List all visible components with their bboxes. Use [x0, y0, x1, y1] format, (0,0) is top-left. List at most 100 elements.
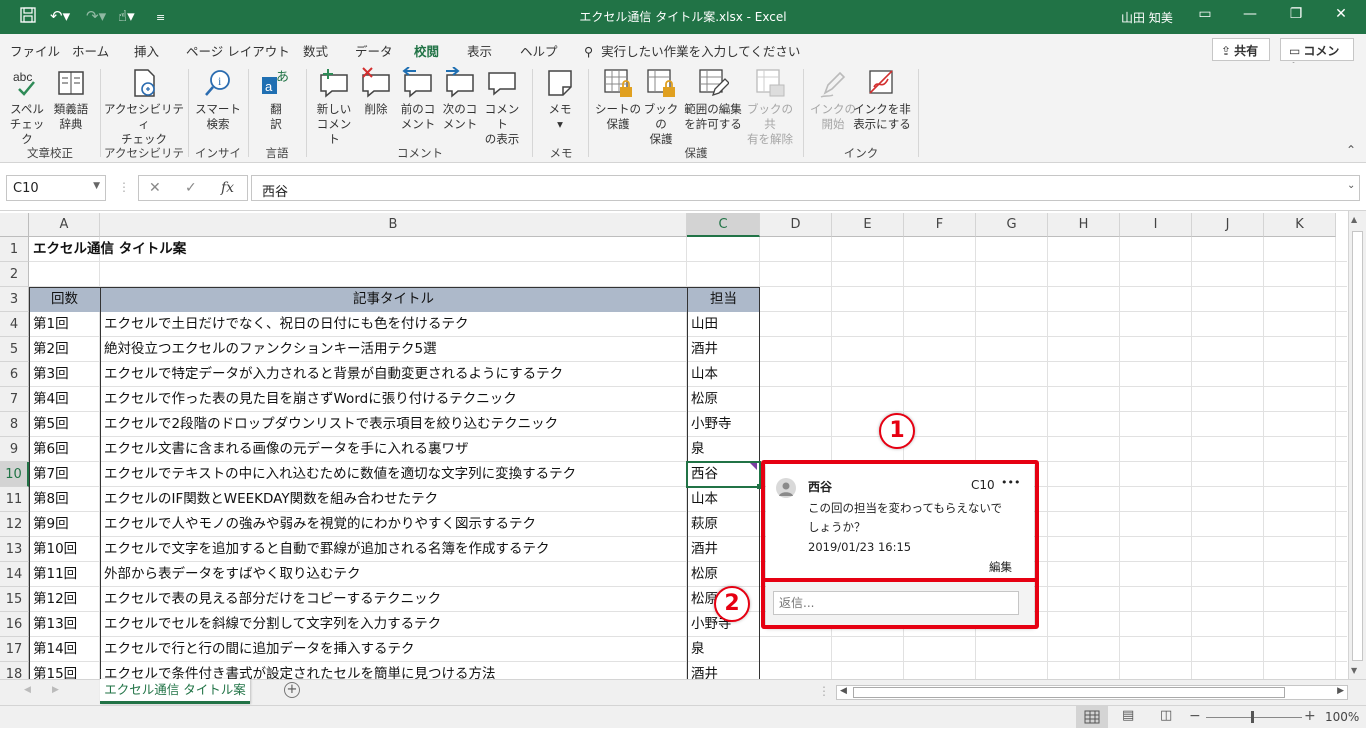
vertical-scrollbar[interactable]: ▲ ▼: [1348, 211, 1366, 679]
cancel-icon[interactable]: ✕: [149, 180, 161, 196]
user-name[interactable]: 山田 知美: [1121, 9, 1173, 26]
restore-icon[interactable]: ❐: [1286, 6, 1306, 22]
table-cell[interactable]: [29, 262, 100, 287]
tell-me-box[interactable]: ⚲ 実行したい作業を入力してください: [584, 41, 800, 60]
delete-comment-button[interactable]: 削除: [356, 67, 396, 117]
comment-thread[interactable]: 西谷 C10 ••• この回の担当を変わってもらえないでしょうか？ 2019/0…: [766, 464, 1034, 627]
table-header-cell[interactable]: 記事タイトル: [100, 287, 687, 312]
row-header[interactable]: 3: [0, 287, 29, 312]
row-header[interactable]: 10: [0, 462, 29, 487]
sheet-title-cell[interactable]: エクセル通信 タイトル案: [29, 237, 689, 262]
prev-sheet-icon[interactable]: ◀: [24, 685, 31, 695]
horizontal-scrollbar[interactable]: ◀ ▶: [836, 685, 1348, 700]
row-header[interactable]: 8: [0, 412, 29, 437]
table-cell[interactable]: 第6回: [29, 437, 100, 462]
column-header-c[interactable]: C: [687, 213, 760, 237]
table-cell[interactable]: エクセルで人やモノの強みや弱みを視覚的にわかりやすく図示するテク: [100, 512, 687, 537]
table-cell[interactable]: 酒井: [687, 662, 760, 679]
column-header-i[interactable]: I: [1120, 213, 1192, 237]
column-header-j[interactable]: J: [1192, 213, 1264, 237]
select-all-corner[interactable]: [0, 213, 29, 237]
row-header[interactable]: 14: [0, 562, 29, 587]
check-accessibility-button[interactable]: アクセシビリティ チェック: [104, 67, 184, 147]
row-header[interactable]: 18: [0, 662, 29, 679]
table-cell[interactable]: エクセルのIF関数とWEEKDAY関数を組み合わせたテク: [100, 487, 687, 512]
table-cell[interactable]: エクセルで土日だけでなく、祝日の日付にも色を付けるテク: [100, 312, 687, 337]
next-sheet-icon[interactable]: ▶: [52, 685, 59, 695]
column-header-d[interactable]: D: [760, 213, 832, 237]
page-layout-view-icon[interactable]: ▤: [1122, 708, 1134, 723]
zoom-slider[interactable]: [1206, 717, 1302, 718]
tab-view[interactable]: 表示: [467, 41, 492, 60]
tab-formulas[interactable]: 数式: [303, 41, 328, 60]
table-cell[interactable]: 第14回: [29, 637, 100, 662]
show-comments-button[interactable]: コメント の表示: [482, 67, 522, 147]
table-cell[interactable]: エクセルで条件付き書式が設定されたセルを簡単に見つける方法: [100, 662, 687, 679]
column-header-e[interactable]: E: [832, 213, 904, 237]
column-header-h[interactable]: H: [1048, 213, 1120, 237]
table-cell[interactable]: 松原: [687, 562, 760, 587]
table-cell[interactable]: 第13回: [29, 612, 100, 637]
table-header-cell[interactable]: 担当: [687, 287, 760, 312]
tab-page-layout[interactable]: ページ レイアウト: [186, 41, 290, 60]
table-cell[interactable]: 第5回: [29, 412, 100, 437]
edit-comment-link[interactable]: 編集: [989, 559, 1012, 575]
table-cell[interactable]: 第9回: [29, 512, 100, 537]
unshare-workbook-button[interactable]: ブックの共 有を解除: [744, 67, 796, 147]
hide-ink-button[interactable]: インクを非 表示にする: [852, 67, 912, 132]
table-cell[interactable]: エクセルで行と行の間に追加データを挿入するテク: [100, 637, 687, 662]
close-icon[interactable]: ✕: [1331, 6, 1351, 22]
zoom-in-icon[interactable]: +: [1304, 708, 1316, 724]
spelling-button[interactable]: abc スペル チェック: [6, 67, 48, 147]
scroll-left-icon[interactable]: ◀: [840, 686, 847, 696]
new-comment-button[interactable]: 新しい コメント: [312, 67, 356, 147]
table-cell[interactable]: 酒井: [687, 537, 760, 562]
table-cell[interactable]: 外部から表データをすばやく取り込むテク: [100, 562, 687, 587]
table-cell[interactable]: 小野寺: [687, 412, 760, 437]
table-cell[interactable]: エクセルで文字を追加すると自動で罫線が追加される名簿を作成するテク: [100, 537, 687, 562]
thesaurus-button[interactable]: 類義語 辞典: [50, 67, 92, 132]
normal-view-icon[interactable]: [1076, 706, 1108, 728]
minimize-icon[interactable]: —: [1240, 6, 1260, 22]
column-header-a[interactable]: A: [29, 213, 100, 237]
column-header-b[interactable]: B: [100, 213, 687, 237]
table-cell[interactable]: エクセルでテキストの中に入れ込むために数値を適切な文字列に変換するテク: [100, 462, 687, 487]
table-cell[interactable]: エクセルで表の見える部分だけをコピーするテクニック: [100, 587, 687, 612]
table-cell[interactable]: 第4回: [29, 387, 100, 412]
table-cell[interactable]: 第11回: [29, 562, 100, 587]
row-header[interactable]: 13: [0, 537, 29, 562]
insert-function-icon[interactable]: fx: [221, 180, 234, 196]
collapse-ribbon-icon[interactable]: ⌃: [1346, 143, 1356, 157]
row-header[interactable]: 17: [0, 637, 29, 662]
table-cell[interactable]: エクセルで特定データが入力されると背景が自動変更されるようにするテク: [100, 362, 687, 387]
zoom-out-icon[interactable]: −: [1189, 708, 1201, 724]
allow-edit-ranges-button[interactable]: 範囲の編集 を許可する: [682, 67, 744, 132]
row-header[interactable]: 16: [0, 612, 29, 637]
table-cell[interactable]: 第12回: [29, 587, 100, 612]
name-box-dropdown-icon[interactable]: ▼: [93, 181, 100, 191]
table-cell[interactable]: 泉: [687, 437, 760, 462]
column-header-g[interactable]: G: [976, 213, 1048, 237]
tab-home[interactable]: ホーム: [72, 41, 109, 60]
tab-help[interactable]: ヘルプ: [520, 41, 558, 60]
enter-icon[interactable]: ✓: [185, 180, 197, 196]
scroll-down-icon[interactable]: ▼: [1351, 666, 1357, 675]
table-cell[interactable]: 第15回: [29, 662, 100, 679]
scroll-thumb[interactable]: [1352, 231, 1363, 661]
start-inking-button[interactable]: インクの 開始: [810, 67, 856, 132]
table-cell[interactable]: 松原: [687, 387, 760, 412]
row-header[interactable]: 11: [0, 487, 29, 512]
table-cell[interactable]: 絶対役立つエクセルのファンクションキー活用テク5選: [100, 337, 687, 362]
table-cell[interactable]: エクセルで2段階のドロップダウンリストで表示項目を絞り込むテクニック: [100, 412, 687, 437]
protect-sheet-button[interactable]: シートの 保護: [594, 67, 642, 132]
table-cell[interactable]: 第2回: [29, 337, 100, 362]
table-cell[interactable]: 山田: [687, 312, 760, 337]
table-cell[interactable]: 第10回: [29, 537, 100, 562]
smart-lookup-button[interactable]: i スマート 検索: [194, 67, 242, 132]
fill-handle[interactable]: [757, 484, 762, 489]
comment-indicator-icon[interactable]: [750, 463, 757, 470]
table-cell[interactable]: [100, 262, 687, 287]
zoom-level[interactable]: 100%: [1325, 710, 1359, 724]
table-cell[interactable]: 第1回: [29, 312, 100, 337]
worksheet-grid[interactable]: ABCDEFGHIJK 1 エクセル通信 タイトル案 2 3 回数 記事タイトル 担当 4 第1…: [0, 211, 1366, 679]
